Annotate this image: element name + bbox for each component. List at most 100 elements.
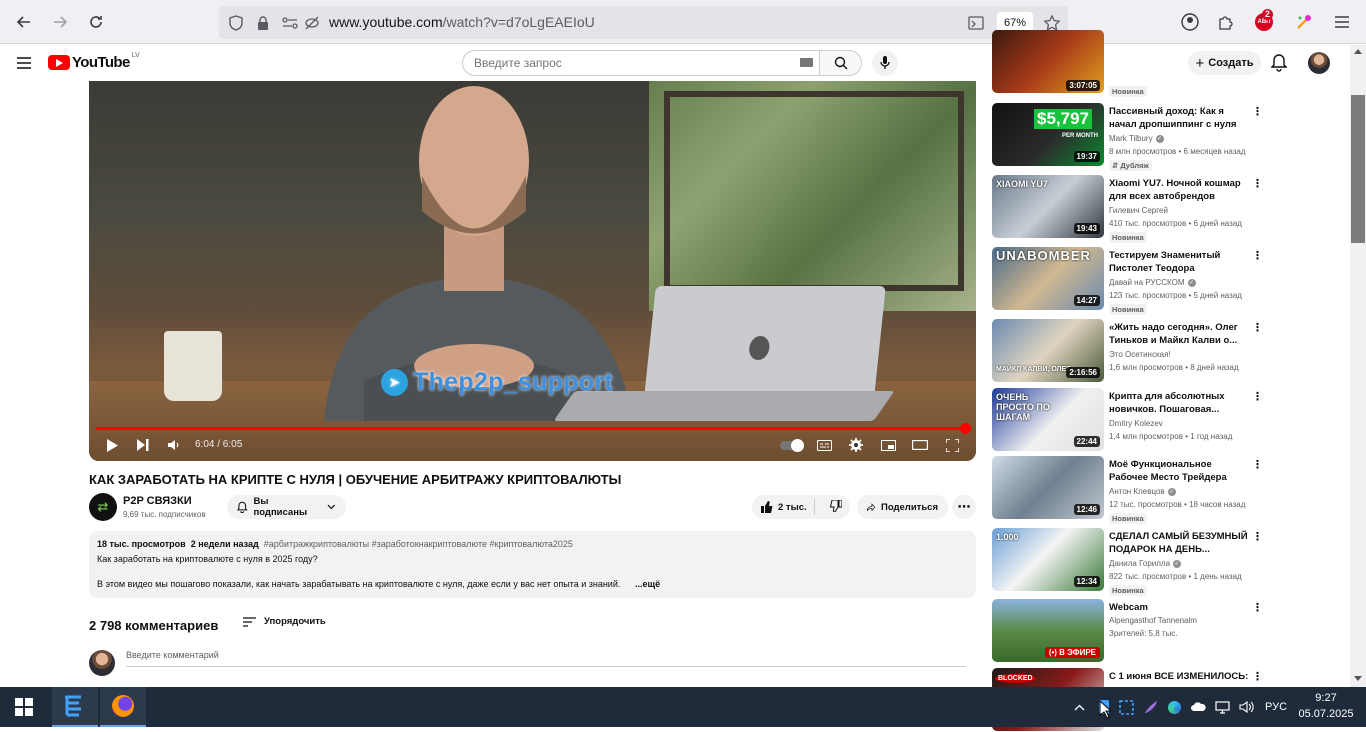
more-actions-icon[interactable]: ⋯ bbox=[952, 495, 976, 519]
more-options-icon[interactable]: ⋮ bbox=[1252, 601, 1263, 614]
recommended-video[interactable]: (•) В ЭФИРЕ Webcam ⋮ Alpengasthof Tannenalm… bbox=[992, 599, 1263, 663]
video-player[interactable]: ➤ Thep2p_support 6:04 / 6:05 bbox=[89, 81, 976, 461]
back-arrow-icon[interactable] bbox=[10, 8, 38, 36]
scrollbar-thumb[interactable] bbox=[1351, 95, 1365, 243]
taskbar-firefox-icon[interactable] bbox=[100, 687, 146, 727]
recommended-video-title[interactable]: С 1 июня ВСЕ ИЗМЕНИЛОСЬ: bbox=[1109, 670, 1249, 683]
video-thumbnail[interactable]: UNABOMBER 14:27 bbox=[992, 247, 1104, 310]
more-options-icon[interactable]: ⋮ bbox=[1252, 390, 1263, 403]
settings-gear-icon[interactable] bbox=[848, 436, 864, 454]
video-thumbnail[interactable]: МАЙКЛ КАЛВИ, ОЛЕГ 2:16:56 bbox=[992, 319, 1104, 382]
recommended-video[interactable]: UNABOMBER 14:27 Тестируем Знаменитый Писто… bbox=[992, 247, 1263, 315]
scroll-down-arrow-icon[interactable] bbox=[1354, 676, 1362, 681]
dislike-button[interactable] bbox=[821, 499, 843, 515]
url-bar[interactable]: www.youtube.com/watch?v=d7oLgEAEIoU 67% bbox=[219, 6, 1068, 39]
recommended-channel-name[interactable]: Alpengasthof Tannenalm bbox=[1109, 616, 1197, 625]
channel-avatar[interactable]: ⇄ bbox=[89, 493, 117, 521]
recommended-video-title[interactable]: Пассивный доход: Как я начал дропшиппинг… bbox=[1109, 105, 1249, 131]
keyboard-icon[interactable] bbox=[800, 58, 813, 67]
recommended-channel-name[interactable]: Mark Tilbury ✓ bbox=[1109, 134, 1164, 143]
extension-sparkle-icon[interactable] bbox=[1290, 8, 1318, 36]
reader-view-icon[interactable] bbox=[967, 14, 985, 32]
scroll-up-arrow-icon[interactable] bbox=[1354, 49, 1362, 54]
description-box[interactable]: 18 тыс. просмотров 2 недели назад #арбит… bbox=[89, 531, 976, 598]
reload-icon[interactable] bbox=[82, 8, 110, 36]
more-options-icon[interactable]: ⋮ bbox=[1252, 249, 1263, 262]
recommended-video-title[interactable]: Крипта для абсолютных новичков. Пошагова… bbox=[1109, 390, 1249, 416]
youtube-logo[interactable]: YouTube LV bbox=[48, 52, 140, 71]
recommended-video-title[interactable]: Webcam bbox=[1109, 601, 1249, 614]
user-avatar[interactable] bbox=[1308, 52, 1330, 74]
fullscreen-icon[interactable] bbox=[944, 436, 960, 454]
hamburger-menu-icon[interactable] bbox=[1328, 8, 1356, 36]
recommended-video[interactable]: 1.000 12:34 СДЕЛАЛ САМЫЙ БЕЗУМНЫЙ ПОДАРОК … bbox=[992, 528, 1263, 596]
language-indicator[interactable]: РУС bbox=[1261, 687, 1291, 727]
guide-menu-icon[interactable] bbox=[17, 56, 31, 74]
recommended-channel-name[interactable]: Гилевич Сергей bbox=[1109, 206, 1168, 215]
account-icon[interactable] bbox=[1176, 8, 1204, 36]
tray-edge-icon[interactable] bbox=[1165, 687, 1183, 727]
miniplayer-icon[interactable] bbox=[880, 436, 896, 454]
windows-start-icon[interactable] bbox=[4, 687, 44, 727]
more-options-icon[interactable]: ⋮ bbox=[1252, 530, 1263, 543]
autoplay-toggle[interactable] bbox=[779, 436, 804, 454]
video-thumbnail[interactable]: 1.000 12:34 bbox=[992, 528, 1104, 591]
show-more-link[interactable]: ...ещё bbox=[635, 579, 661, 589]
notifications-bell-icon[interactable] bbox=[1270, 54, 1289, 72]
shield-icon[interactable] bbox=[227, 14, 245, 32]
share-button[interactable]: Поделиться bbox=[857, 495, 948, 519]
like-button[interactable]: 2 тыс. bbox=[752, 499, 815, 515]
video-thumbnail[interactable]: (•) В ЭФИРЕ bbox=[992, 599, 1104, 662]
recommended-video[interactable]: МАЙКЛ КАЛВИ, ОЛЕГ 2:16:56 «Жить надо сегод… bbox=[992, 319, 1263, 383]
search-input[interactable] bbox=[474, 51, 794, 75]
video-thumbnail[interactable]: 12:46 bbox=[992, 456, 1104, 519]
video-thumbnail[interactable]: ОЧЕНЬ ПРОСТО ПО ШАГАМ 22:44 bbox=[992, 388, 1104, 451]
more-options-icon[interactable]: ⋮ bbox=[1252, 321, 1263, 334]
video-thumbnail[interactable]: $5,797 PER MONTH 19:37 bbox=[992, 103, 1104, 166]
recommended-channel-name[interactable]: Давай на РУССКОМ ✓ bbox=[1109, 278, 1196, 287]
next-icon[interactable] bbox=[136, 436, 150, 454]
theater-mode-icon[interactable] bbox=[912, 436, 928, 454]
play-icon[interactable] bbox=[105, 436, 119, 454]
more-options-icon[interactable]: ⋮ bbox=[1252, 177, 1263, 190]
recommended-video[interactable]: ОЧЕНЬ ПРОСТО ПО ШАГАМ 22:44 Крипта для абс… bbox=[992, 388, 1263, 452]
search-button[interactable] bbox=[819, 50, 862, 76]
sort-comments-button[interactable]: Упорядочить bbox=[243, 616, 326, 627]
more-options-icon[interactable]: ⋮ bbox=[1252, 670, 1263, 683]
forward-arrow-icon[interactable] bbox=[46, 8, 74, 36]
recommended-video-title[interactable]: «Жить надо сегодня». Олег Тиньков и Майк… bbox=[1109, 321, 1249, 347]
voice-search-button[interactable] bbox=[872, 50, 898, 76]
tray-feather-icon[interactable] bbox=[1141, 687, 1159, 727]
lock-icon[interactable] bbox=[254, 14, 272, 32]
video-thumbnail[interactable]: 3:07:05 bbox=[992, 30, 1104, 93]
permissions-icon[interactable] bbox=[281, 14, 299, 32]
recommended-video-title[interactable]: Моё Функциональное Рабочее Место Трейдер… bbox=[1109, 458, 1249, 484]
recommended-video-title[interactable]: Xiaomi YU7. Ночной кошмар для всех автоб… bbox=[1109, 177, 1249, 203]
video-thumbnail[interactable]: XIAOMI YU7 19:43 bbox=[992, 175, 1104, 238]
subtitles-icon[interactable] bbox=[816, 436, 832, 454]
recommended-channel-name[interactable]: Это Осетинская! bbox=[1109, 350, 1171, 359]
taskbar-app-bitrix-icon[interactable] bbox=[52, 687, 98, 727]
progress-bar[interactable] bbox=[96, 423, 972, 434]
tray-cloud-icon[interactable] bbox=[1189, 687, 1207, 727]
recommended-video[interactable]: XIAOMI YU7 19:43 Xiaomi YU7. Ночной кошмар… bbox=[992, 175, 1263, 243]
comment-input[interactable]: Введите комментарий bbox=[126, 650, 966, 667]
more-options-icon[interactable]: ⋮ bbox=[1252, 105, 1263, 118]
recommended-channel-name[interactable]: Антон Клевцов ✓ bbox=[1109, 487, 1176, 496]
recommended-video-title[interactable]: СДЕЛАЛ САМЫЙ БЕЗУМНЫЙ ПОДАРОК НА ДЕНЬ... bbox=[1109, 530, 1249, 556]
recommended-video[interactable]: 3:07:05 Новинка bbox=[992, 30, 1262, 102]
recommended-video[interactable]: $5,797 PER MONTH 19:37 Пассивный доход: Как… bbox=[992, 103, 1263, 171]
hashtags[interactable]: #арбитражкриптовалюты #заработокнакрипто… bbox=[264, 539, 573, 549]
tray-chevron-up-icon[interactable] bbox=[1070, 687, 1088, 727]
recommended-video-title[interactable]: Тестируем Знаменитый Пистолет Теодора Ка… bbox=[1109, 249, 1249, 275]
tray-screenshot-icon[interactable] bbox=[1117, 687, 1135, 727]
tracking-off-icon[interactable] bbox=[303, 14, 321, 32]
recommended-channel-name[interactable]: Dmitry Kolezev bbox=[1109, 419, 1163, 428]
channel-name[interactable]: P2P СВЯЗКИ bbox=[123, 495, 192, 507]
tray-volume-icon[interactable] bbox=[1237, 687, 1255, 727]
more-options-icon[interactable]: ⋮ bbox=[1252, 458, 1263, 471]
tray-network-icon[interactable] bbox=[1213, 687, 1231, 727]
taskbar-clock[interactable]: 9:27 05.07.2025 bbox=[1295, 690, 1357, 722]
recommended-channel-name[interactable]: Данила Горилла ✓ bbox=[1109, 559, 1182, 568]
recommended-video[interactable]: 12:46 Моё Функциональное Рабочее Место Тр… bbox=[992, 456, 1263, 524]
